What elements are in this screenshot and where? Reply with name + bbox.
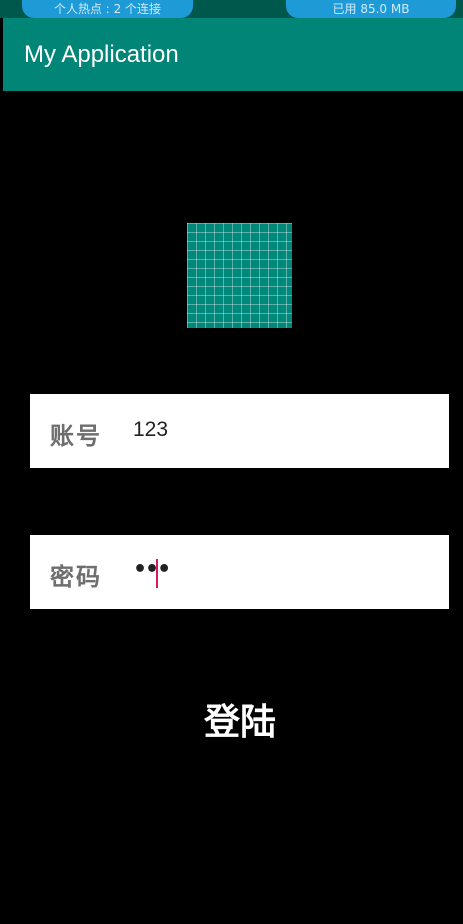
password-field[interactable]: 密码 ••• xyxy=(30,535,449,609)
text-cursor xyxy=(156,559,158,588)
account-label: 账号 xyxy=(50,422,102,450)
login-button[interactable]: 登陆 xyxy=(180,695,300,751)
password-input[interactable]: ••• xyxy=(133,557,171,582)
memory-usage-pill[interactable]: 已用 85.0 MB xyxy=(286,0,456,18)
account-input[interactable]: 123 xyxy=(133,418,168,442)
logo-image xyxy=(187,223,292,328)
app-title: My Application xyxy=(24,41,179,68)
app-bar: My Application xyxy=(3,18,463,91)
memory-usage-text: 已用 85.0 MB xyxy=(332,2,410,16)
password-label: 密码 xyxy=(50,563,102,591)
hotspot-status-pill[interactable]: 个人热点 : 2 个连接 xyxy=(22,0,193,18)
hotspot-status-text: 个人热点 : 2 个连接 xyxy=(53,2,162,16)
account-field[interactable]: 账号 123 xyxy=(30,394,449,468)
status-bar: 个人热点 : 2 个连接 已用 85.0 MB xyxy=(0,0,463,18)
